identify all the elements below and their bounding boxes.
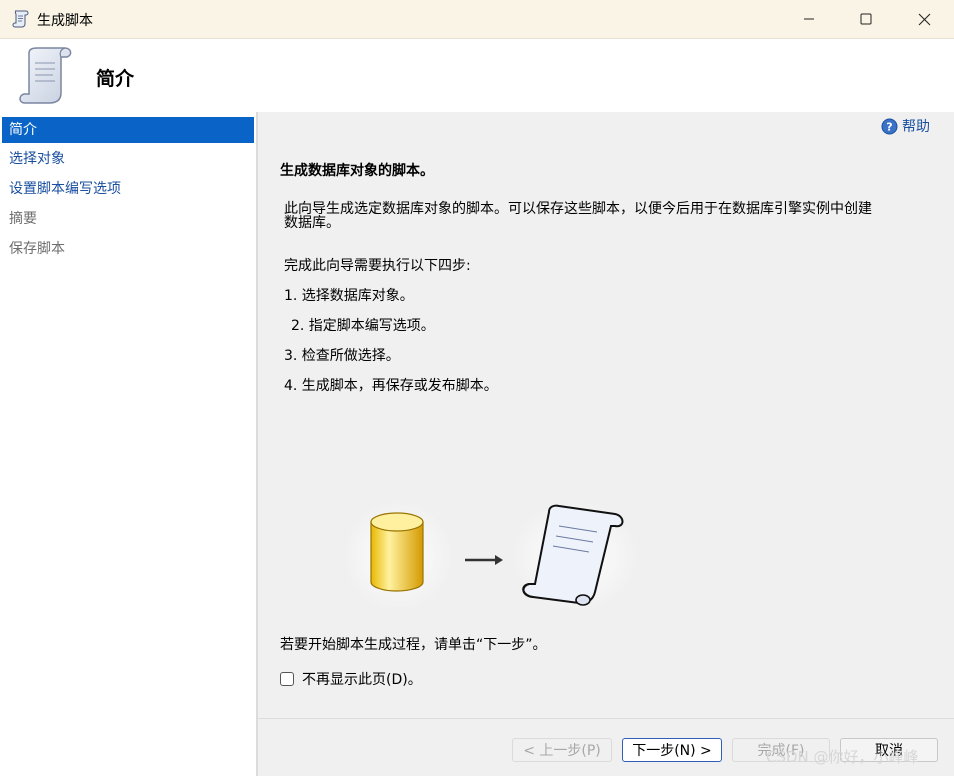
maximize-icon <box>860 13 872 25</box>
help-link[interactable]: ? 帮助 <box>881 116 930 136</box>
start-hint: 若要开始脚本生成过程，请单击“下一步”。 <box>280 637 547 653</box>
close-button[interactable] <box>895 0 953 38</box>
nav-item-save-scripts: 保存脚本 <box>9 241 65 257</box>
minimize-icon <box>804 18 814 20</box>
nav-item-intro[interactable]: 简介 <box>2 117 254 143</box>
scroll-icon <box>511 500 639 612</box>
section-title: 生成数据库对象的脚本。 <box>280 163 434 179</box>
maximize-button[interactable] <box>837 0 895 38</box>
dont-show-again-label[interactable]: 不再显示此页(D)。 <box>302 669 422 689</box>
description-line: 数据库。 <box>284 215 340 231</box>
wizard-navigation: 简介 选择对象 设置脚本编写选项 摘要 保存脚本 <box>0 112 258 776</box>
help-label: 帮助 <box>902 119 930 135</box>
nav-item-choose-objects[interactable]: 选择对象 <box>2 146 254 172</box>
help-icon: ? <box>881 118 898 134</box>
svg-text:?: ? <box>886 120 892 133</box>
next-button[interactable]: 下一步(N) > <box>622 738 722 762</box>
title-bar: 生成脚本 <box>0 0 954 39</box>
prev-button[interactable]: < 上一步(P) <box>512 738 612 762</box>
watermark: CSDN @你好，小峰峰 <box>766 748 919 766</box>
step-item: 2. 指定脚本编写选项。 <box>291 318 435 334</box>
steps-intro: 完成此向导需要执行以下四步: <box>284 258 471 274</box>
window-title: 生成脚本 <box>37 13 93 29</box>
page-title: 简介 <box>96 68 135 90</box>
page-header: 简介 <box>0 39 954 112</box>
minimize-button[interactable] <box>780 0 838 38</box>
close-icon <box>918 13 930 25</box>
step-item: 3. 检查所做选择。 <box>284 348 400 364</box>
dont-show-again-row: 不再显示此页(D)。 <box>280 669 422 689</box>
nav-item-scripting-options[interactable]: 设置脚本编写选项 <box>2 176 254 202</box>
dont-show-again-checkbox[interactable] <box>280 672 294 686</box>
description: 此向导生成选定数据库对象的脚本。可以保存这些脚本，以便今后用于在数据库引擎实例中… <box>284 202 924 230</box>
database-icon <box>343 500 453 612</box>
footer-divider <box>258 718 954 719</box>
step-item: 1. 选择数据库对象。 <box>284 288 414 304</box>
nav-item-summary: 摘要 <box>9 211 37 227</box>
main-panel: ? 帮助 生成数据库对象的脚本。 此向导生成选定数据库对象的脚本。可以保存这些脚… <box>258 112 954 776</box>
wizard-illustration <box>343 500 639 612</box>
scroll-icon <box>12 10 29 28</box>
step-item: 4. 生成脚本，再保存或发布脚本。 <box>284 378 498 394</box>
description-line: 此向导生成选定数据库对象的脚本。可以保存这些脚本，以便今后用于在数据库引擎实例中… <box>284 201 872 217</box>
arrow-right-icon <box>465 555 503 565</box>
scroll-icon <box>19 47 72 104</box>
